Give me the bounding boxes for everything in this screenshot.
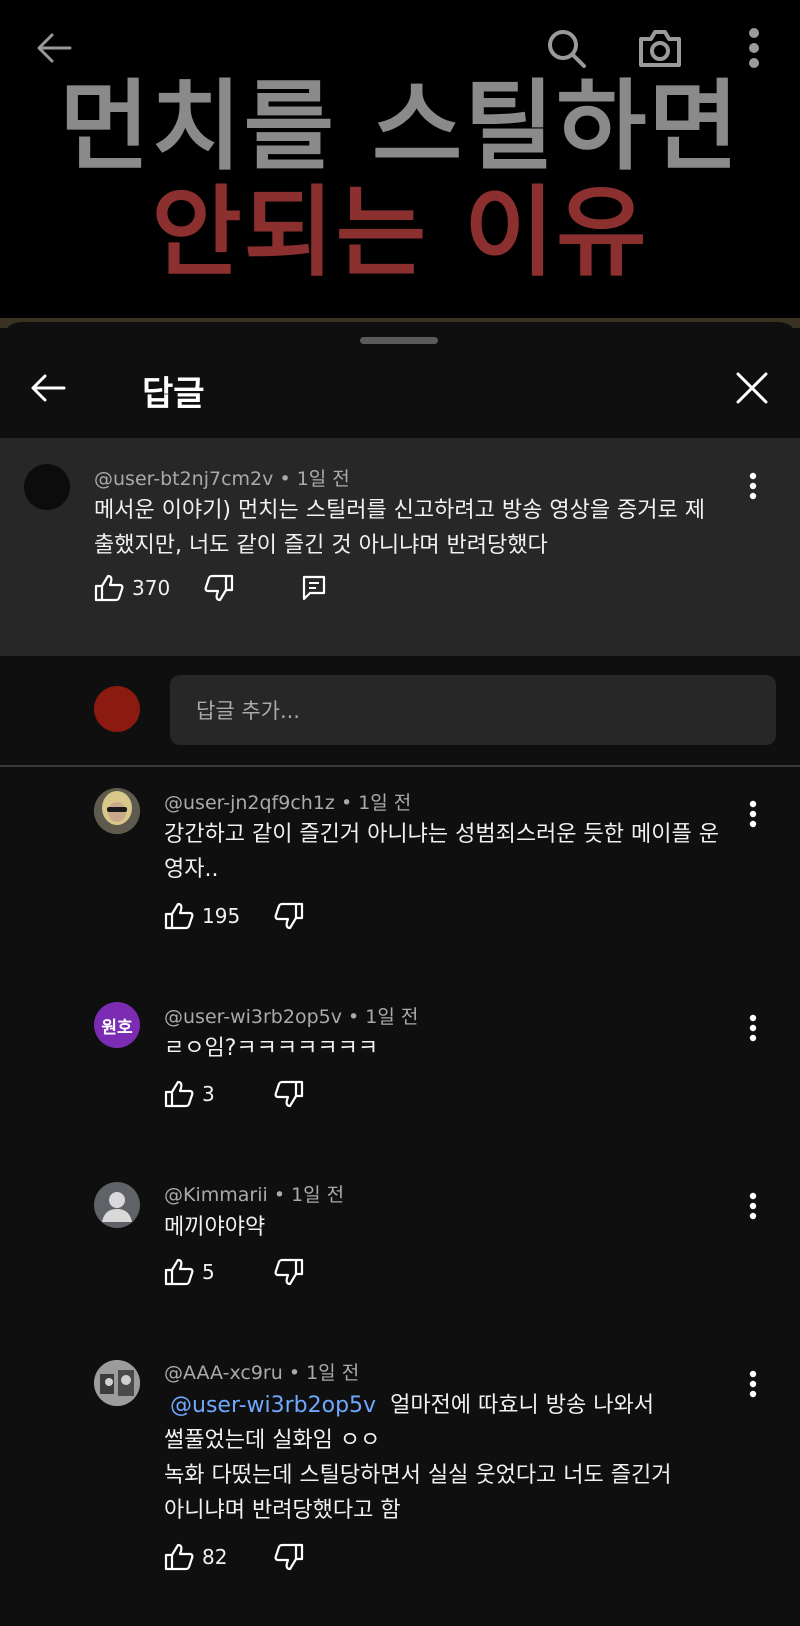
like-button[interactable]: 82 — [164, 1537, 227, 1577]
like-count: 82 — [202, 1545, 228, 1569]
comment-time: 1일 전 — [291, 1184, 345, 1206]
comment-time: 1일 전 — [358, 792, 412, 814]
meta-separator: • — [348, 1006, 366, 1028]
like-button[interactable]: 195 — [164, 896, 240, 936]
comment-line: 녹화 다떴는데 스틸당하면서 실실 웃었다고 너도 즐긴거 — [164, 1463, 672, 1488]
more-vertical-icon[interactable] — [733, 1186, 773, 1226]
thumbs-down-icon — [204, 574, 234, 602]
comment-text: 메끼야야약 — [164, 1215, 266, 1240]
thumbs-up-icon — [164, 1258, 194, 1286]
thumbs-down-icon — [274, 1258, 304, 1286]
meta-separator: • — [288, 1362, 307, 1384]
thumbs-up-icon — [164, 1080, 194, 1108]
search-icon[interactable] — [538, 20, 594, 76]
video-top-bar — [0, 0, 800, 90]
meta-separator: • — [279, 468, 297, 490]
video-player[interactable]: 먼치를 스틸하면 안되는 이유 — [0, 0, 800, 322]
comment-meta: @user-jn2qf9ch1z • 1일 전 — [164, 788, 411, 815]
comment-text: 메서운 이야기) 먼치는 스틸러를 신고하려고 방송 영상을 증거로 제출했지만… — [94, 498, 706, 558]
back-button[interactable] — [22, 362, 74, 414]
replies-sheet: 답글 @user-bt2nj7cm2v • 1일 전 메서운 이야기) 먼치는 … — [0, 322, 800, 1626]
comment-line: 아니냐며 반려당했다고 함 — [164, 1498, 401, 1523]
more-vertical-icon[interactable] — [726, 20, 782, 76]
comment-meta: @user-bt2nj7cm2v • 1일 전 — [94, 464, 350, 491]
meta-separator: • — [273, 1184, 292, 1206]
comment-meta: @AAA-xc9ru • 1일 전 — [164, 1358, 359, 1385]
more-vertical-icon[interactable] — [733, 1364, 773, 1404]
more-vertical-icon[interactable] — [733, 1008, 773, 1048]
like-button[interactable]: 5 — [164, 1252, 215, 1292]
avatar-image — [94, 788, 140, 834]
like-count: 195 — [202, 904, 241, 928]
more-vertical-icon[interactable] — [733, 466, 773, 506]
close-icon — [736, 372, 768, 404]
more-vertical-icon[interactable] — [733, 794, 773, 834]
camera-icon[interactable] — [632, 20, 688, 76]
avatar[interactable] — [24, 464, 70, 510]
meta-separator: • — [340, 792, 359, 814]
thumbs-down-icon — [274, 1080, 304, 1108]
like-button[interactable]: 3 — [164, 1074, 215, 1114]
thumbs-up-icon — [164, 902, 194, 930]
divider — [0, 765, 800, 767]
avatar[interactable] — [94, 1182, 140, 1228]
dislike-button[interactable] — [204, 568, 234, 608]
arrow-left-icon[interactable] — [26, 20, 82, 76]
comment-line: 썰풀었는데 실화임 ㅇㅇ — [164, 1428, 381, 1453]
sheet-title: 답글 — [142, 374, 205, 414]
close-button[interactable] — [726, 362, 778, 414]
arrow-left-icon — [31, 374, 66, 402]
comment-author[interactable]: @AAA-xc9ru — [164, 1362, 283, 1384]
thumbs-down-icon — [274, 1543, 304, 1571]
comment-author[interactable]: @Kimmarii — [164, 1184, 268, 1206]
like-button[interactable]: 370 — [94, 568, 170, 608]
drag-handle[interactable] — [360, 337, 438, 344]
dislike-button[interactable] — [274, 896, 304, 936]
dislike-button[interactable] — [274, 1252, 304, 1292]
video-title-line2: 안되는 이유 — [151, 176, 649, 290]
reply-icon — [302, 575, 326, 601]
comment-text: 강간하고 같이 즐긴거 아니냐는 성범죄스러운 듯한 메이플 운영자.. — [164, 822, 719, 882]
comment-text: @user-wi3rb2op5v 얼마전에 따효니 방송 나와서 썰풀었는데 실… — [164, 1388, 744, 1528]
person-icon — [102, 1192, 132, 1222]
sheet-header: 답글 — [0, 352, 800, 432]
comment-time: 1일 전 — [296, 468, 350, 490]
comment-meta: @Kimmarii • 1일 전 — [164, 1180, 344, 1207]
avatar-image — [94, 1360, 140, 1406]
comment-meta: @user-wi3rb2op5v • 1일 전 — [164, 1002, 418, 1029]
thumbs-up-icon — [164, 1543, 194, 1571]
my-avatar[interactable] — [94, 686, 140, 732]
comment-author[interactable]: @user-jn2qf9ch1z — [164, 792, 335, 814]
avatar[interactable] — [94, 1360, 140, 1406]
comment-text: ㄹㅇ임?ㅋㅋㅋㅋㅋㅋㅋ — [164, 1036, 379, 1061]
comment-line-text: 얼마전에 따효니 방송 나와서 — [390, 1393, 654, 1418]
like-count: 5 — [202, 1260, 215, 1284]
thumbs-up-icon — [94, 574, 124, 602]
mention-link[interactable]: @user-wi3rb2op5v — [170, 1393, 376, 1418]
like-count: 370 — [132, 576, 171, 600]
comment-line: @user-wi3rb2op5v 얼마전에 따효니 방송 나와서 — [164, 1388, 744, 1423]
comment-time: 1일 전 — [365, 1006, 419, 1028]
parent-comment: @user-bt2nj7cm2v • 1일 전 메서운 이야기) 먼치는 스틸러… — [0, 438, 800, 656]
reply-button[interactable] — [302, 568, 326, 608]
avatar[interactable]: 원호 — [94, 1002, 140, 1048]
reply-input[interactable]: 답글 추가... — [170, 675, 776, 745]
comment-author[interactable]: @user-wi3rb2op5v — [164, 1006, 342, 1028]
like-count: 3 — [202, 1082, 215, 1106]
thumbs-down-icon — [274, 902, 304, 930]
comment-author[interactable]: @user-bt2nj7cm2v — [94, 468, 273, 490]
dislike-button[interactable] — [274, 1074, 304, 1114]
dislike-button[interactable] — [274, 1537, 304, 1577]
comment-time: 1일 전 — [306, 1362, 360, 1384]
avatar[interactable] — [94, 788, 140, 834]
